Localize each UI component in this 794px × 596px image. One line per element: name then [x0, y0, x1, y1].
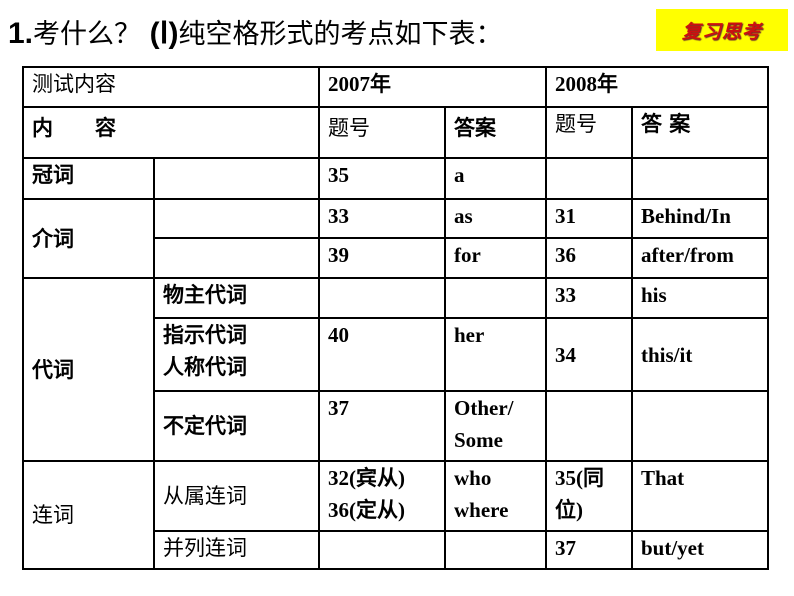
answer-2008: but/yet	[631, 530, 769, 570]
answer-line: where	[454, 498, 509, 522]
answer-2007	[444, 277, 547, 319]
answer-2008: this/it	[631, 317, 769, 392]
title-question: 考什么？	[33, 19, 142, 50]
answer-2008: after/from	[631, 237, 769, 279]
title-description: 纯空格形式的考点如下表：	[178, 19, 503, 50]
header-answer-2008: 答 案	[631, 106, 769, 159]
answer-2007: Other/ Some	[444, 390, 547, 462]
answer-2007: who where	[444, 460, 547, 532]
header-qno-2007: 题号	[318, 106, 446, 159]
subcategory-empty	[153, 237, 320, 279]
table-row: 连词 从属连词 32(宾从) 36(定从) who where 35(同 位) …	[22, 460, 769, 570]
header-content: 内 容	[22, 106, 320, 159]
category-article: 冠词	[22, 157, 155, 200]
qno-2007: 32(宾从) 36(定从)	[318, 460, 446, 532]
exam-points-table: 测试内容 2007年 2008年 内 容 题号 答案 题号 答 案 冠词 35 …	[22, 66, 769, 570]
qno-2008	[545, 157, 633, 200]
answer-2008: Behind/In	[631, 198, 769, 239]
qno-2007: 39	[318, 237, 446, 279]
answer-line: Other/	[454, 396, 514, 420]
answer-2008: That	[631, 460, 769, 532]
qno-2007: 35	[318, 157, 446, 200]
subcategory-demonstrative: 指示代词	[163, 323, 247, 347]
qno-2008	[545, 390, 633, 462]
answer-2008: his	[631, 277, 769, 319]
header-year-2007: 2007年	[318, 66, 547, 108]
qno-line: 32(宾从)	[328, 466, 405, 490]
qno-line: 位)	[555, 498, 583, 522]
slide-title: 1.考什么？ (Ⅰ)纯空格形式的考点如下表：	[8, 14, 502, 55]
table-row: 介词 33 as 31 Behind/In	[22, 198, 769, 279]
qno-2008: 33	[545, 277, 633, 319]
header-year-2008: 2008年	[545, 66, 769, 108]
table-row: 冠词 35 a	[22, 157, 769, 200]
title-section-marker: (Ⅰ)	[149, 17, 179, 50]
qno-2007: 37	[318, 390, 446, 462]
answer-2007	[444, 530, 547, 570]
title-number: 1.	[8, 17, 34, 50]
header-answer-2007: 答案	[444, 106, 547, 159]
answer-2007: her	[444, 317, 547, 392]
answer-2008	[631, 157, 769, 200]
answer-line: Some	[454, 428, 503, 452]
header-row-columns: 内 容 题号 答案 题号 答 案	[22, 106, 769, 159]
review-badge[interactable]: 复习思考	[656, 9, 788, 51]
header-qno-2008: 题号	[545, 106, 633, 159]
qno-2008: 34	[545, 317, 633, 392]
subcategory-subordinating: 从属连词	[153, 460, 320, 532]
header-row-years: 测试内容 2007年 2008年	[22, 66, 769, 108]
subcategory-empty	[153, 157, 320, 200]
category-pronoun: 代词	[22, 277, 155, 462]
qno-line: 35(同	[555, 466, 604, 490]
answer-2008	[631, 390, 769, 462]
answer-2007: as	[444, 198, 547, 239]
table-row: 代词 物主代词 33 his	[22, 277, 769, 462]
qno-2007: 33	[318, 198, 446, 239]
subcategory-possessive: 物主代词	[153, 277, 320, 319]
answer-2007: a	[444, 157, 547, 200]
subcategory-coordinating: 并列连词	[153, 530, 320, 570]
qno-2008: 35(同 位)	[545, 460, 633, 532]
qno-line: 36(定从)	[328, 498, 405, 522]
qno-2007: 40	[318, 317, 446, 392]
qno-2008: 37	[545, 530, 633, 570]
category-conjunction: 连词	[22, 460, 155, 570]
qno-2007	[318, 277, 446, 319]
subcategory-personal: 人称代词	[163, 355, 247, 379]
answer-2007: for	[444, 237, 547, 279]
category-preposition: 介词	[22, 198, 155, 279]
subcategory-empty	[153, 198, 320, 239]
header-test-content: 测试内容	[22, 66, 320, 108]
qno-2008: 31	[545, 198, 633, 239]
qno-2007	[318, 530, 446, 570]
review-badge-label: 复习思考	[681, 20, 762, 43]
qno-2008: 36	[545, 237, 633, 279]
subcategory-indefinite: 不定代词	[153, 390, 320, 462]
subcategory-demonstrative-personal: 指示代词 人称代词	[153, 317, 320, 392]
answer-line: who	[454, 466, 492, 490]
